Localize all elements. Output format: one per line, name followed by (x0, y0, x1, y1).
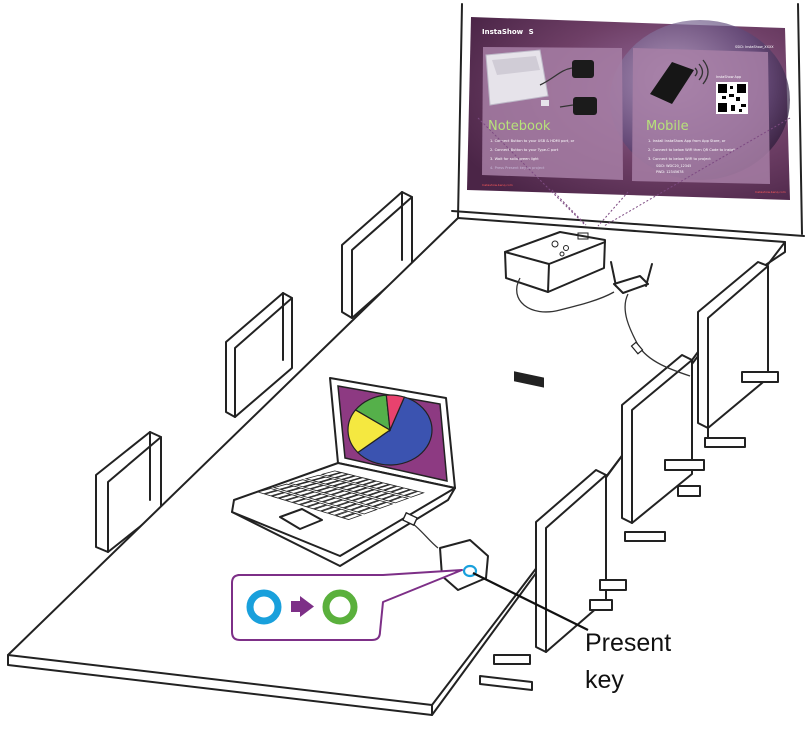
mobile-wifi-pwd: PWD: 12345678 (656, 170, 684, 174)
usb-c-icon (541, 100, 549, 106)
projection-screen: InstaShow S SSID: InstaShow_XXXX Noteboo… (451, 3, 805, 237)
present-key-label-line2: key (585, 666, 624, 694)
mobile-panel: InstaShow App Mobile 1. Install InstaSho… (632, 48, 770, 184)
projected-image: InstaShow S SSID: InstaShow_XXXX Noteboo… (467, 17, 791, 227)
screen-right-edge (797, 3, 803, 235)
meeting-room-diagram: InstaShow S SSID: InstaShow_XXXX Noteboo… (7, 3, 805, 716)
mobile-step-1: 1. Install InstaShow App from App Store,… (648, 139, 726, 143)
instashow-button-photo-1 (572, 60, 594, 78)
mobile-heading: Mobile (646, 119, 689, 134)
chair-right-1-base (741, 371, 779, 383)
chair-right-2-base (664, 459, 705, 471)
present-key-label-line1: Present (585, 629, 671, 657)
notebook-step-4: 4. Press Present key to project (490, 166, 545, 170)
notebook-step-2: 2. Connect Button to your Type-C port (490, 148, 559, 152)
screen-left-edge (457, 3, 463, 219)
chair-right-3-base (589, 599, 613, 611)
mobile-step-2: 2. Connect to below WiFi then QR Code to… (648, 148, 735, 152)
notebook-step-3: 3. Wait for solid green light (490, 157, 539, 161)
mobile-panel-bg (632, 48, 770, 184)
screen-footer-left: Instashow.benq.com (482, 183, 513, 187)
laptop-pie-chart (347, 394, 433, 466)
qr-code-icon (716, 82, 748, 114)
screen-top-right-note: SSID: InstaShow_XXXX (735, 45, 774, 49)
notebook-panel: Notebook 1. Connect Button to your USB &… (482, 47, 623, 180)
mobile-app-label: InstaShow App (716, 75, 741, 79)
notebook-heading: Notebook (488, 119, 551, 134)
notebook-step-1: 1. Connect Button to your USB & HDMI por… (490, 139, 575, 143)
mobile-wifi-ssid: SSID: WDC20_12345 (656, 164, 691, 168)
mobile-step-3: 3. Connect to below WiFi to project (648, 157, 711, 161)
instashow-button-photo-2 (573, 97, 597, 115)
screen-footer-right: Instashow.benq.com (755, 190, 786, 194)
